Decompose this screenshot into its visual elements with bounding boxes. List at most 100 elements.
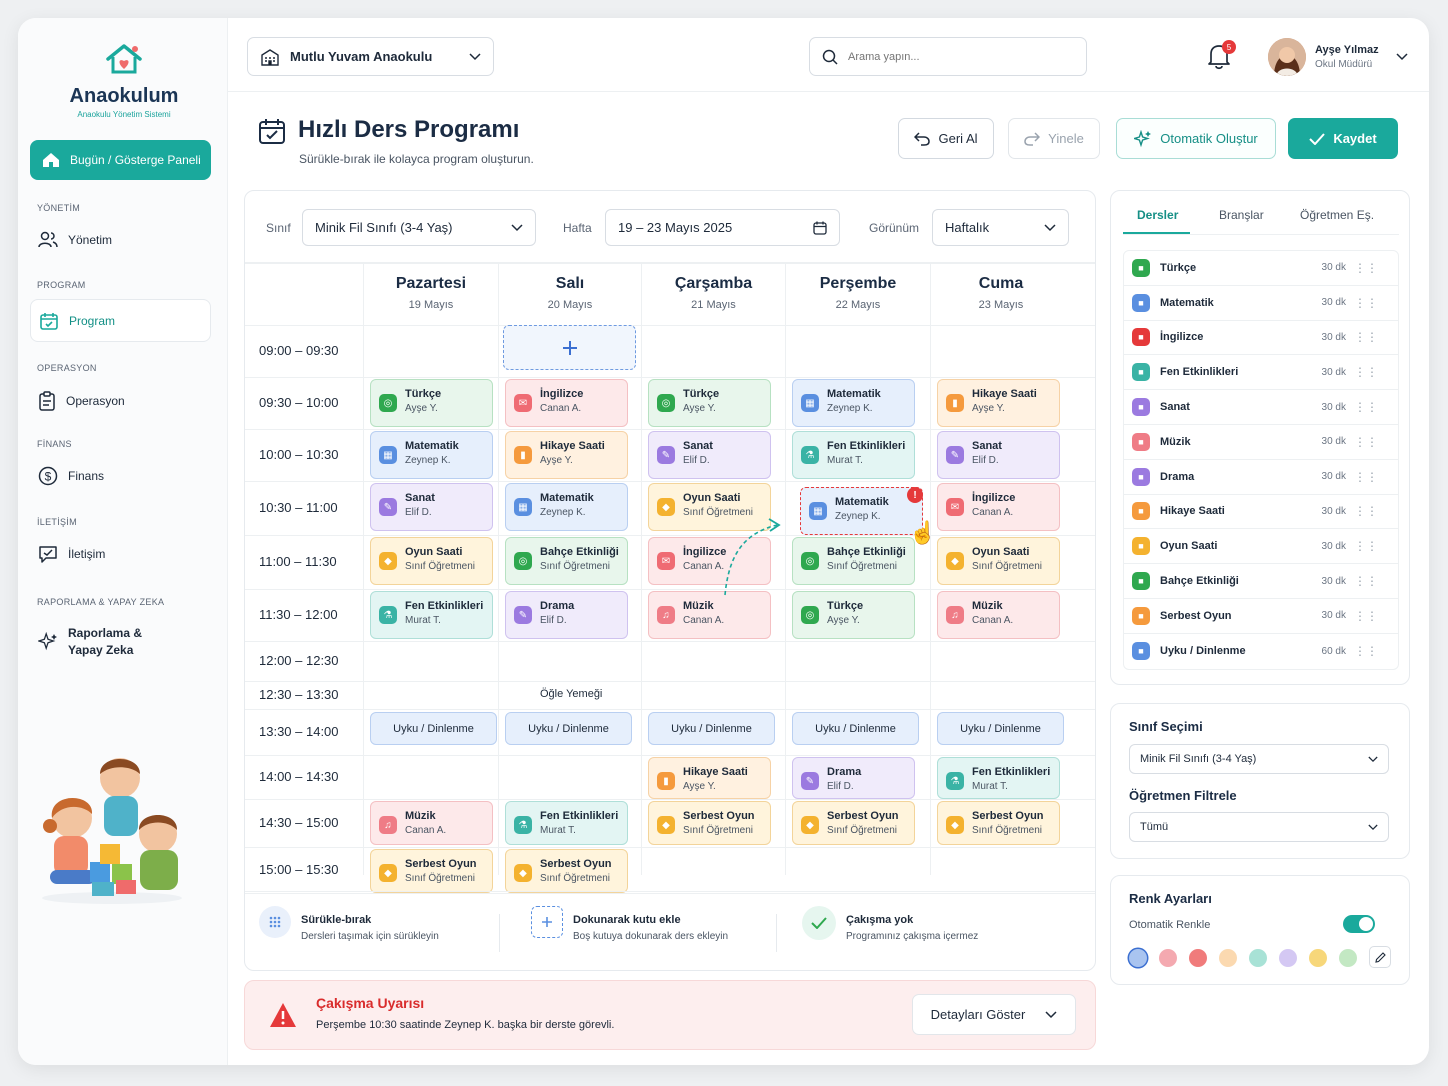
add-lesson-slot[interactable] <box>503 325 636 370</box>
user-menu[interactable]: Ayşe Yılmaz Okul Müdürü <box>1268 38 1408 76</box>
search-input[interactable] <box>848 50 1048 63</box>
nav-yonetim[interactable]: Yönetim <box>30 220 211 260</box>
drag-handle-icon[interactable]: ⋮⋮ <box>1354 330 1378 344</box>
lesson-card[interactable]: ◆ Oyun Saati Sınıf Öğretmeni <box>648 483 771 531</box>
lesson-card[interactable]: ♫ Müzik Canan A. <box>937 591 1060 639</box>
lesson-card[interactable]: ◆ Serbest Oyun Sınıf Öğretmeni <box>648 801 771 845</box>
lesson-card[interactable]: ⚗ Fen Etkinlikleri Murat T. <box>792 431 915 479</box>
lesson-card[interactable]: ✎ Sanat Elif D. <box>370 483 493 531</box>
subject-item[interactable]: ■ Hikaye Saati 30 dk ⋮⋮ <box>1124 495 1398 530</box>
lesson-card[interactable]: ✉ İngilizce Canan A. <box>937 483 1060 531</box>
auto-color-toggle[interactable] <box>1343 915 1375 933</box>
nav-finans[interactable]: $ Finans <box>30 456 211 496</box>
color-swatch[interactable] <box>1129 949 1147 967</box>
subject-item[interactable]: ■ Müzik 30 dk ⋮⋮ <box>1124 425 1398 460</box>
lesson-card[interactable]: ✎ Sanat Elif D. <box>937 431 1060 479</box>
subject-item[interactable]: ■ Fen Etkinlikleri 30 dk ⋮⋮ <box>1124 355 1398 391</box>
lesson-card[interactable]: ◆ Oyun Saati Sınıf Öğretmeni <box>370 537 493 585</box>
lesson-card[interactable]: ▦ Matematik Zeynep K. <box>792 379 915 427</box>
subject-item[interactable]: ■ Drama 30 dk ⋮⋮ <box>1124 460 1398 495</box>
tab-ogretmen[interactable]: Öğretmen Eş. <box>1300 208 1374 222</box>
lesson-card[interactable]: ✎ Drama Elif D. <box>792 757 915 799</box>
tab-dersler[interactable]: Dersler <box>1137 208 1178 222</box>
drag-handle-icon[interactable]: ⋮⋮ <box>1354 435 1378 449</box>
lesson-card[interactable]: ♫ Müzik Canan A. <box>370 801 493 845</box>
lesson-card[interactable]: ◎ Türkçe Ayşe Y. <box>792 591 915 639</box>
teacher-filter-select[interactable]: Tümü <box>1129 812 1389 842</box>
logo[interactable]: Anaokulum Anaokulu Yönetim Sistemi <box>44 42 204 119</box>
drag-handle-icon[interactable]: ⋮⋮ <box>1354 365 1378 379</box>
nav-iletisim[interactable]: İletişim <box>30 534 211 574</box>
color-swatch[interactable] <box>1309 949 1327 967</box>
drag-handle-icon[interactable]: ⋮⋮ <box>1354 296 1378 310</box>
save-button[interactable]: Kaydet <box>1288 118 1398 159</box>
lesson-card[interactable]: ▦ Matematik Zeynep K.! ☝ <box>800 487 936 545</box>
lesson-card[interactable]: ✉ İngilizce Canan A. <box>648 537 771 585</box>
class-selection-select[interactable]: Minik Fil Sınıfı (3-4 Yaş) <box>1129 744 1389 774</box>
lesson-card[interactable]: ◎ Türkçe Ayşe Y. <box>370 379 493 427</box>
color-swatch[interactable] <box>1219 949 1237 967</box>
lesson-card[interactable]: ◆ Oyun Saati Sınıf Öğretmeni <box>937 537 1060 585</box>
drag-handle-icon[interactable]: ⋮⋮ <box>1354 470 1378 484</box>
color-swatch[interactable] <box>1249 949 1267 967</box>
lesson-card[interactable]: ⚗ Fen Etkinlikleri Murat T. <box>937 757 1060 799</box>
lesson-card[interactable]: ⚗ Fen Etkinlikleri Murat T. <box>370 591 493 639</box>
subject-item[interactable]: ■ Uyku / Dinlenme 60 dk ⋮⋮ <box>1124 634 1398 669</box>
sleep-block[interactable]: Uyku / Dinlenme <box>370 712 497 745</box>
lesson-card[interactable]: ▦ Matematik Zeynep K. <box>370 431 493 479</box>
lesson-card[interactable]: ▮ Hikaye Saati Ayşe Y. <box>937 379 1060 427</box>
lesson-card[interactable]: ▮ Hikaye Saati Ayşe Y. <box>648 757 771 799</box>
subject-item[interactable]: ■ Serbest Oyun 30 dk ⋮⋮ <box>1124 599 1398 634</box>
color-swatch[interactable] <box>1159 949 1177 967</box>
sleep-block[interactable]: Uyku / Dinlenme <box>648 712 775 745</box>
sleep-block[interactable]: Uyku / Dinlenme <box>937 712 1064 745</box>
lesson-card[interactable]: ◆ Serbest Oyun Sınıf Öğretmeni <box>370 849 493 893</box>
edit-colors-button[interactable] <box>1369 946 1391 968</box>
nav-raporlama[interactable]: Raporlama & Yapay Zeka <box>30 620 211 664</box>
subject-item[interactable]: ■ İngilizce 30 dk ⋮⋮ <box>1124 321 1398 356</box>
color-swatch[interactable] <box>1279 949 1297 967</box>
sleep-block[interactable]: Uyku / Dinlenme <box>505 712 632 745</box>
show-details-button[interactable]: Detayları Göster <box>912 994 1076 1035</box>
drag-handle-icon[interactable]: ⋮⋮ <box>1354 539 1378 553</box>
lesson-card[interactable]: ⚗ Fen Etkinlikleri Murat T. <box>505 801 628 845</box>
lesson-card[interactable]: ▮ Hikaye Saati Ayşe Y. <box>505 431 628 479</box>
class-filter-select[interactable]: Minik Fil Sınıfı (3-4 Yaş) <box>302 209 536 246</box>
drag-handle-icon[interactable]: ⋮⋮ <box>1354 400 1378 414</box>
search-box[interactable] <box>809 37 1087 76</box>
lesson-card[interactable]: ◎ Türkçe Ayşe Y. <box>648 379 771 427</box>
lesson-card[interactable]: ◆ Serbest Oyun Sınıf Öğretmeni <box>937 801 1060 845</box>
subject-item[interactable]: ■ Bahçe Etkinliği 30 dk ⋮⋮ <box>1124 564 1398 599</box>
nav-operasyon[interactable]: Operasyon <box>30 381 211 421</box>
lesson-card[interactable]: ✎ Drama Elif D. <box>505 591 628 639</box>
lesson-card[interactable]: ◎ Bahçe Etkinliği Sınıf Öğretmeni <box>505 537 628 585</box>
lesson-card[interactable]: ✉ İngilizce Canan A. <box>505 379 628 427</box>
color-swatch[interactable] <box>1189 949 1207 967</box>
tab-branslar[interactable]: Branşlar <box>1219 208 1264 222</box>
subject-item[interactable]: ■ Oyun Saati 30 dk ⋮⋮ <box>1124 529 1398 565</box>
subject-item[interactable]: ■ Matematik 30 dk ⋮⋮ <box>1124 286 1398 321</box>
lesson-card[interactable]: ◆ Serbest Oyun Sınıf Öğretmeni <box>505 849 628 893</box>
view-select[interactable]: Haftalık <box>932 209 1069 246</box>
lesson-card[interactable]: ▦ Matematik Zeynep K. <box>505 483 628 531</box>
lesson-card[interactable]: ♫ Müzik Canan A. <box>648 591 771 639</box>
lesson-card[interactable]: ✎ Sanat Elif D. <box>648 431 771 479</box>
color-swatch[interactable] <box>1339 949 1357 967</box>
drag-handle-icon[interactable]: ⋮⋮ <box>1354 574 1378 588</box>
drag-handle-icon[interactable]: ⋮⋮ <box>1354 504 1378 518</box>
notifications-button[interactable]: 5 <box>1206 40 1236 72</box>
drag-handle-icon[interactable]: ⋮⋮ <box>1354 261 1378 275</box>
school-selector[interactable]: Mutlu Yuvam Anaokulu <box>247 37 494 76</box>
sleep-block[interactable]: Uyku / Dinlenme <box>792 712 919 745</box>
drag-handle-icon[interactable]: ⋮⋮ <box>1354 644 1378 658</box>
subject-item[interactable]: ■ Türkçe 30 dk ⋮⋮ <box>1124 251 1398 286</box>
lesson-card[interactable]: ◆ Serbest Oyun Sınıf Öğretmeni <box>792 801 915 845</box>
dashboard-button[interactable]: Bugün / Gösterge Paneli <box>30 140 211 180</box>
nav-program[interactable]: Program <box>30 299 211 342</box>
redo-button[interactable]: Yinele <box>1008 118 1100 159</box>
subject-item[interactable]: ■ Sanat 30 dk ⋮⋮ <box>1124 390 1398 425</box>
lesson-card[interactable]: ◎ Bahçe Etkinliği Sınıf Öğretmeni <box>792 537 915 585</box>
undo-button[interactable]: Geri Al <box>898 118 994 159</box>
auto-generate-button[interactable]: Otomatik Oluştur <box>1116 118 1276 159</box>
drag-handle-icon[interactable]: ⋮⋮ <box>1354 609 1378 623</box>
